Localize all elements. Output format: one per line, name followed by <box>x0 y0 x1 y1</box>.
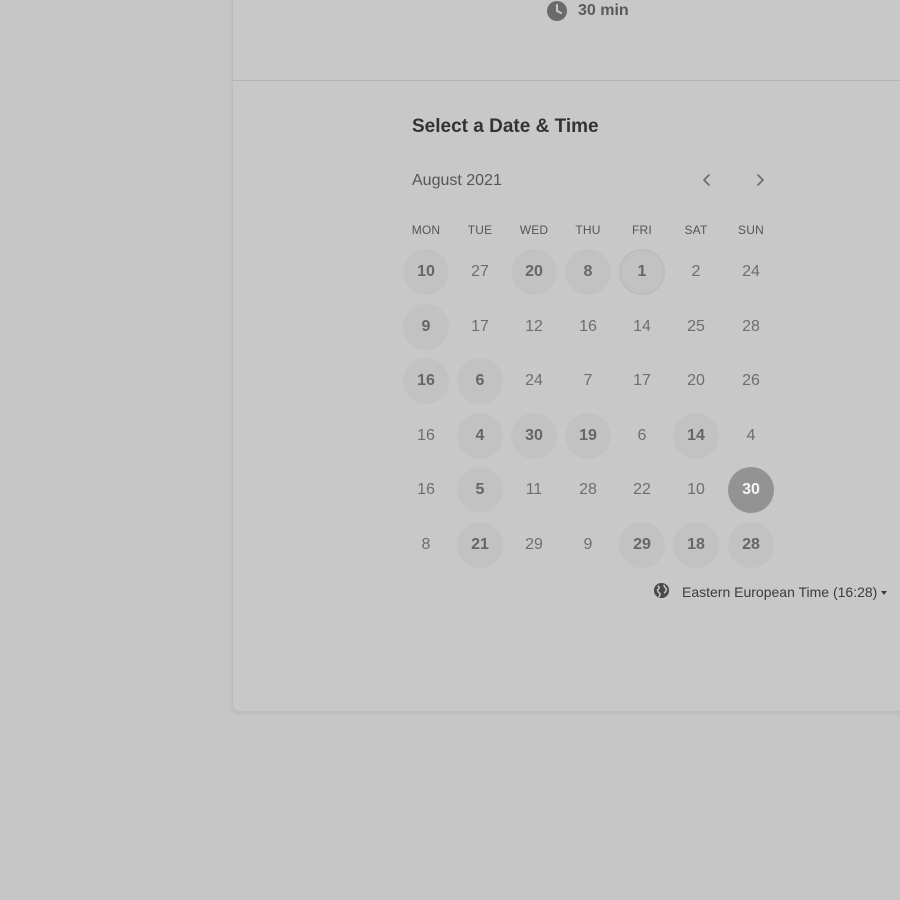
timezone-label: Eastern European Time (16:28) <box>682 584 888 600</box>
weekday-label-thu: THU <box>575 223 601 237</box>
calendar-day-unavailable: 11 <box>525 481 543 498</box>
calendar-day-unavailable: 14 <box>633 318 651 335</box>
chevron-right-icon <box>757 174 764 186</box>
calendar-day-unavailable: 22 <box>633 481 651 498</box>
calendar-day-unavailable: 26 <box>742 372 760 389</box>
calendar-day-available[interactable]: 20 <box>511 249 557 295</box>
calendar-day-unavailable: 27 <box>471 263 489 280</box>
weekday-label-wed: WED <box>519 223 549 237</box>
weekday-label-mon: MON <box>411 223 441 237</box>
calendar-day-unavailable: 20 <box>687 372 705 389</box>
calendar-day-unavailable: 24 <box>742 263 760 280</box>
calendar-day-unavailable: 16 <box>579 318 597 335</box>
caret-down-icon <box>881 591 888 596</box>
calendar-day-unavailable: 16 <box>417 481 435 498</box>
calendar-day-unavailable: 2 <box>691 263 701 280</box>
calendar-day-available[interactable]: 4 <box>457 413 503 459</box>
calendar-day-unavailable: 7 <box>583 372 593 389</box>
calendar-day-available[interactable]: 8 <box>565 249 611 295</box>
calendar-day-available[interactable]: 21 <box>457 522 503 568</box>
calendar-day-unavailable: 9 <box>583 536 593 553</box>
previous-month-button[interactable] <box>695 168 719 192</box>
weekday-label-sat: SAT <box>684 223 708 237</box>
calendar-day-available[interactable]: 29 <box>619 522 665 568</box>
calendar-day-unavailable: 17 <box>633 372 651 389</box>
calendar-day-unavailable: 28 <box>579 481 597 498</box>
calendar-day-unavailable: 16 <box>417 427 435 444</box>
calendar-day-available[interactable]: 6 <box>457 358 503 404</box>
page-title: Select a Date & Time <box>412 116 599 137</box>
calendar-day-unavailable: 8 <box>421 536 431 553</box>
calendar-day-unavailable: 17 <box>471 318 489 335</box>
calendar-day-available[interactable]: 10 <box>403 249 449 295</box>
weekday-label-tue: TUE <box>467 223 493 237</box>
month-navigation: August 2021 <box>412 172 772 194</box>
next-month-button[interactable] <box>748 168 772 192</box>
timezone-selector[interactable]: Eastern European Time (16:28) <box>653 582 888 602</box>
globe-icon <box>653 582 670 602</box>
calendar-day-unavailable: 10 <box>687 481 705 498</box>
calendar-day-unavailable: 24 <box>525 372 543 389</box>
calendar-day-available[interactable]: 19 <box>565 413 611 459</box>
calendar-day-available[interactable]: 16 <box>403 358 449 404</box>
calendar-day-selected[interactable]: 30 <box>728 467 774 513</box>
clock-icon <box>546 0 568 22</box>
calendar-day-unavailable: 25 <box>687 318 705 335</box>
calendar-day-available[interactable]: 30 <box>511 413 557 459</box>
booking-card: 30 min Select a Date & Time August 2021 … <box>232 0 900 712</box>
event-duration: 30 min <box>546 0 629 22</box>
calendar-day-unavailable: 4 <box>746 427 756 444</box>
weekday-label-sun: SUN <box>738 223 764 237</box>
calendar-day-unavailable: 12 <box>525 318 543 335</box>
calendar-day-available[interactable]: 9 <box>403 304 449 350</box>
calendar-day-available[interactable]: 1 <box>619 249 665 295</box>
section-divider <box>233 80 900 81</box>
calendar-day-unavailable: 28 <box>742 318 760 335</box>
calendar-day-unavailable: 29 <box>525 536 543 553</box>
month-label: August 2021 <box>412 172 502 189</box>
calendar-day-available[interactable]: 18 <box>673 522 719 568</box>
chevron-left-icon <box>703 174 710 186</box>
duration-label: 30 min <box>578 2 629 19</box>
calendar-day-available[interactable]: 28 <box>728 522 774 568</box>
calendar-day-available[interactable]: 5 <box>457 467 503 513</box>
weekday-label-fri: FRI <box>632 223 652 237</box>
calendar-day-available[interactable]: 14 <box>673 413 719 459</box>
calendar-day-unavailable: 6 <box>637 427 647 444</box>
